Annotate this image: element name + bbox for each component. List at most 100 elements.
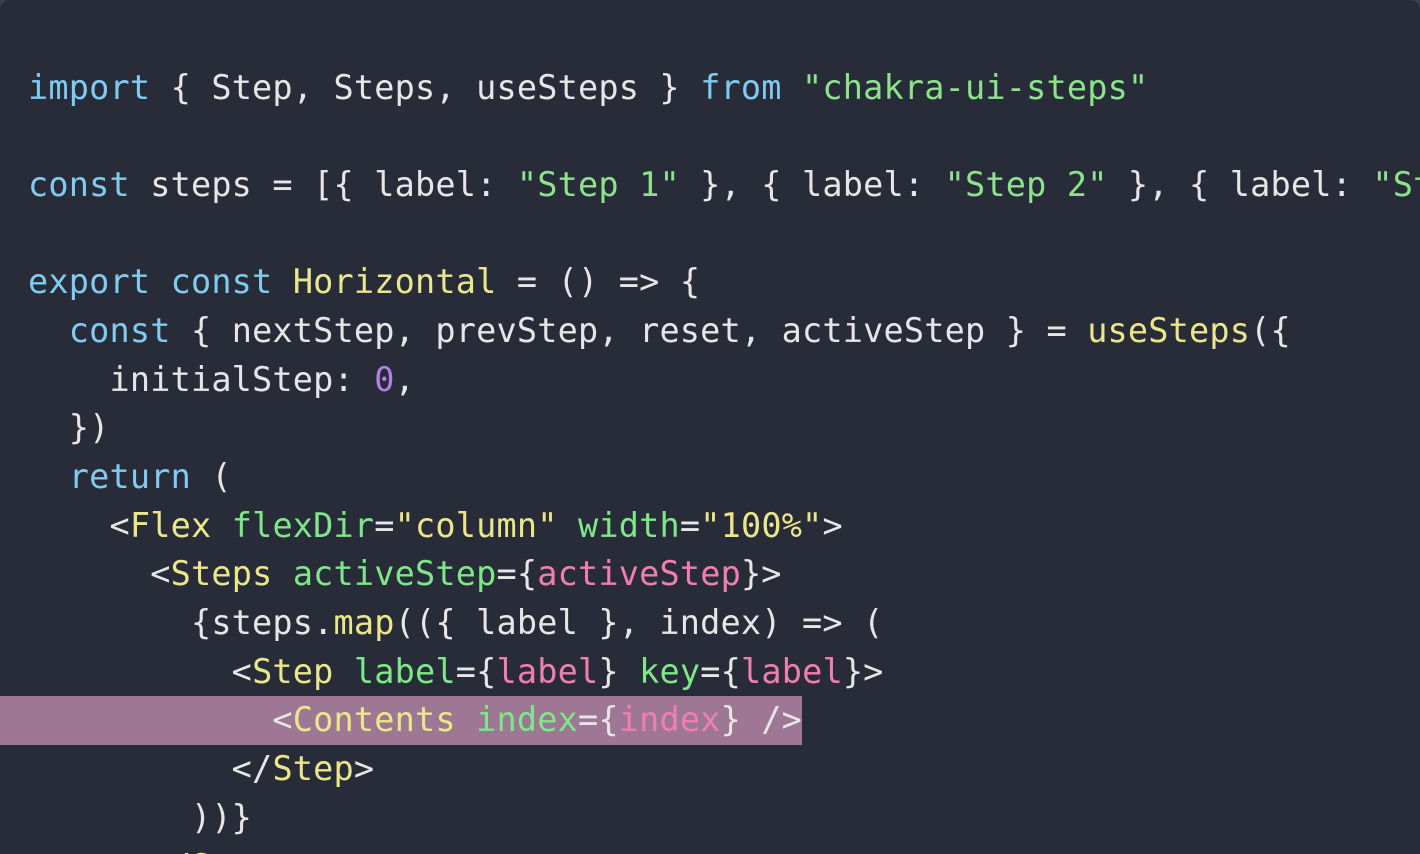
code-token-plain: ( xyxy=(190,457,232,496)
code-token-plain: }, { label: xyxy=(1107,164,1373,204)
code-token-plain: /> xyxy=(740,700,803,740)
code-line[interactable]: </Steps> xyxy=(0,843,1420,854)
code-token-plain: < xyxy=(28,554,171,594)
code-token-keyword: import xyxy=(28,67,151,107)
code-line[interactable]: initialStep: 0, xyxy=(0,356,1420,405)
code-token-keyword: export const xyxy=(28,262,273,302)
code-token-function: useSteps xyxy=(1087,310,1251,350)
code-line[interactable]: const steps = [{ label: "Step 1" }, { la… xyxy=(0,161,1420,210)
code-token-jsx_tag: Flex xyxy=(129,505,212,545)
code-token-plain: = xyxy=(496,554,517,594)
code-token-plain: { nextStep, prevStep, reset, activeStep … xyxy=(170,310,1088,350)
code-line[interactable]: import { Step, Steps, useSteps } from "c… xyxy=(0,64,1420,113)
code-line[interactable]: export const Horizontal = () => { xyxy=(0,258,1420,307)
code-line[interactable]: </Step> xyxy=(0,745,1420,794)
code-block[interactable]: import { Step, Steps, useSteps } from "c… xyxy=(0,34,1420,854)
code-token-plain: > xyxy=(353,749,375,789)
code-token-plain: < xyxy=(28,651,253,691)
code-token-plain: steps = [{ label: xyxy=(129,164,517,204)
code-line[interactable]: }) xyxy=(0,404,1420,453)
code-line[interactable]: return ( xyxy=(0,453,1420,502)
code-token-plain: < xyxy=(28,505,130,545)
code-token-function: map xyxy=(333,603,395,643)
code-token-plain: } xyxy=(720,700,741,740)
code-token-jsx_expression: label xyxy=(496,651,599,691)
code-token-plain: = xyxy=(700,651,721,691)
code-token-jsx_attribute: index xyxy=(476,700,578,740)
code-token-plain: </ xyxy=(28,749,273,789)
selection-highlight: <Contents index={index} /> xyxy=(0,696,803,746)
code-line[interactable]: const { nextStep, prevStep, reset, activ… xyxy=(0,307,1420,356)
code-token-keyword: const xyxy=(68,310,171,350)
code-token-keyword: const xyxy=(28,164,130,204)
code-token-plain: (({ label }, index) => ( xyxy=(394,603,884,643)
code-line[interactable]: <Steps activeStep={activeStep}> xyxy=(0,550,1420,599)
code-line[interactable]: <Step label={label} key={label}> xyxy=(0,648,1420,697)
code-token-plain: { xyxy=(516,554,538,594)
code-token-function: "column" xyxy=(394,505,558,545)
code-token-plain: ({ xyxy=(1250,310,1291,350)
code-token-plain: { xyxy=(720,651,741,691)
code-line[interactable]: {steps.map(({ label }, index) => ( xyxy=(0,599,1420,648)
code-token-jsx_tag: Contents xyxy=(292,700,456,740)
code-editor-surface: import { Step, Steps, useSteps } from "c… xyxy=(0,0,1420,854)
code-token-plain: > xyxy=(822,505,843,545)
code-token-plain: ))} xyxy=(28,797,253,837)
code-token-jsx_tag: Steps xyxy=(191,847,293,854)
code-token-plain: = () => { xyxy=(496,262,701,302)
code-token-jsx_expression: activeStep xyxy=(537,554,741,594)
code-token-string: "Step 1" xyxy=(516,164,680,204)
code-token-jsx_attribute: width xyxy=(578,505,680,545)
code-line[interactable]: ))} xyxy=(0,794,1420,843)
code-token-plain: } xyxy=(598,651,619,691)
code-token-jsx_attribute: activeStep xyxy=(292,554,497,594)
code-token-plain: , xyxy=(394,359,416,399)
code-token-plain: initialStep: xyxy=(28,359,375,399)
code-token-plain: { xyxy=(598,700,619,740)
code-token-keyword: from xyxy=(700,67,782,107)
code-token-plain: }> xyxy=(740,554,782,594)
code-token-function: "100%" xyxy=(700,505,823,545)
code-line[interactable] xyxy=(0,210,1420,259)
code-token-jsx_tag: Steps xyxy=(170,554,273,594)
code-token-jsx_attribute: flexDir xyxy=(231,505,375,545)
code-token-string: "Step 2" xyxy=(944,164,1108,204)
code-token-number: 0 xyxy=(374,359,395,399)
code-token-plain: </ xyxy=(28,847,191,854)
code-token-jsx_attribute: label xyxy=(353,651,456,691)
code-token-plain: }) xyxy=(28,408,110,448)
code-token-jsx_tag: Step xyxy=(252,651,334,691)
code-token-keyword: return xyxy=(68,457,191,496)
code-line[interactable] xyxy=(0,112,1420,161)
code-token-plain: }> xyxy=(842,651,884,691)
code-token-plain: }, { label: xyxy=(679,164,945,204)
code-token-plain: > xyxy=(293,847,313,854)
code-token-plain: = xyxy=(577,700,599,740)
code-token-jsx_expression: label xyxy=(740,651,843,691)
code-line[interactable]: <Flex flexDir="column" width="100%"> xyxy=(0,502,1420,551)
code-token-plain: { xyxy=(476,651,497,691)
code-token-plain: = xyxy=(374,505,395,545)
code-token-plain: = xyxy=(455,651,477,691)
code-token-plain: {steps. xyxy=(28,603,334,643)
code-token-plain: < xyxy=(28,700,293,740)
code-token-function: Horizontal xyxy=(292,262,497,302)
code-token-string: "Step 3 xyxy=(1372,164,1420,204)
code-token-jsx_expression: index xyxy=(618,700,721,740)
code-token-plain: = xyxy=(679,505,701,545)
code-line-selected[interactable]: <Contents index={index} /> xyxy=(0,696,1420,746)
code-token-string: "chakra-ui-steps" xyxy=(802,67,1149,107)
code-token-jsx_tag: Step xyxy=(272,749,354,789)
code-token-jsx_attribute: key xyxy=(639,651,701,691)
code-token-plain: { Step, Steps, useSteps } xyxy=(150,67,701,107)
